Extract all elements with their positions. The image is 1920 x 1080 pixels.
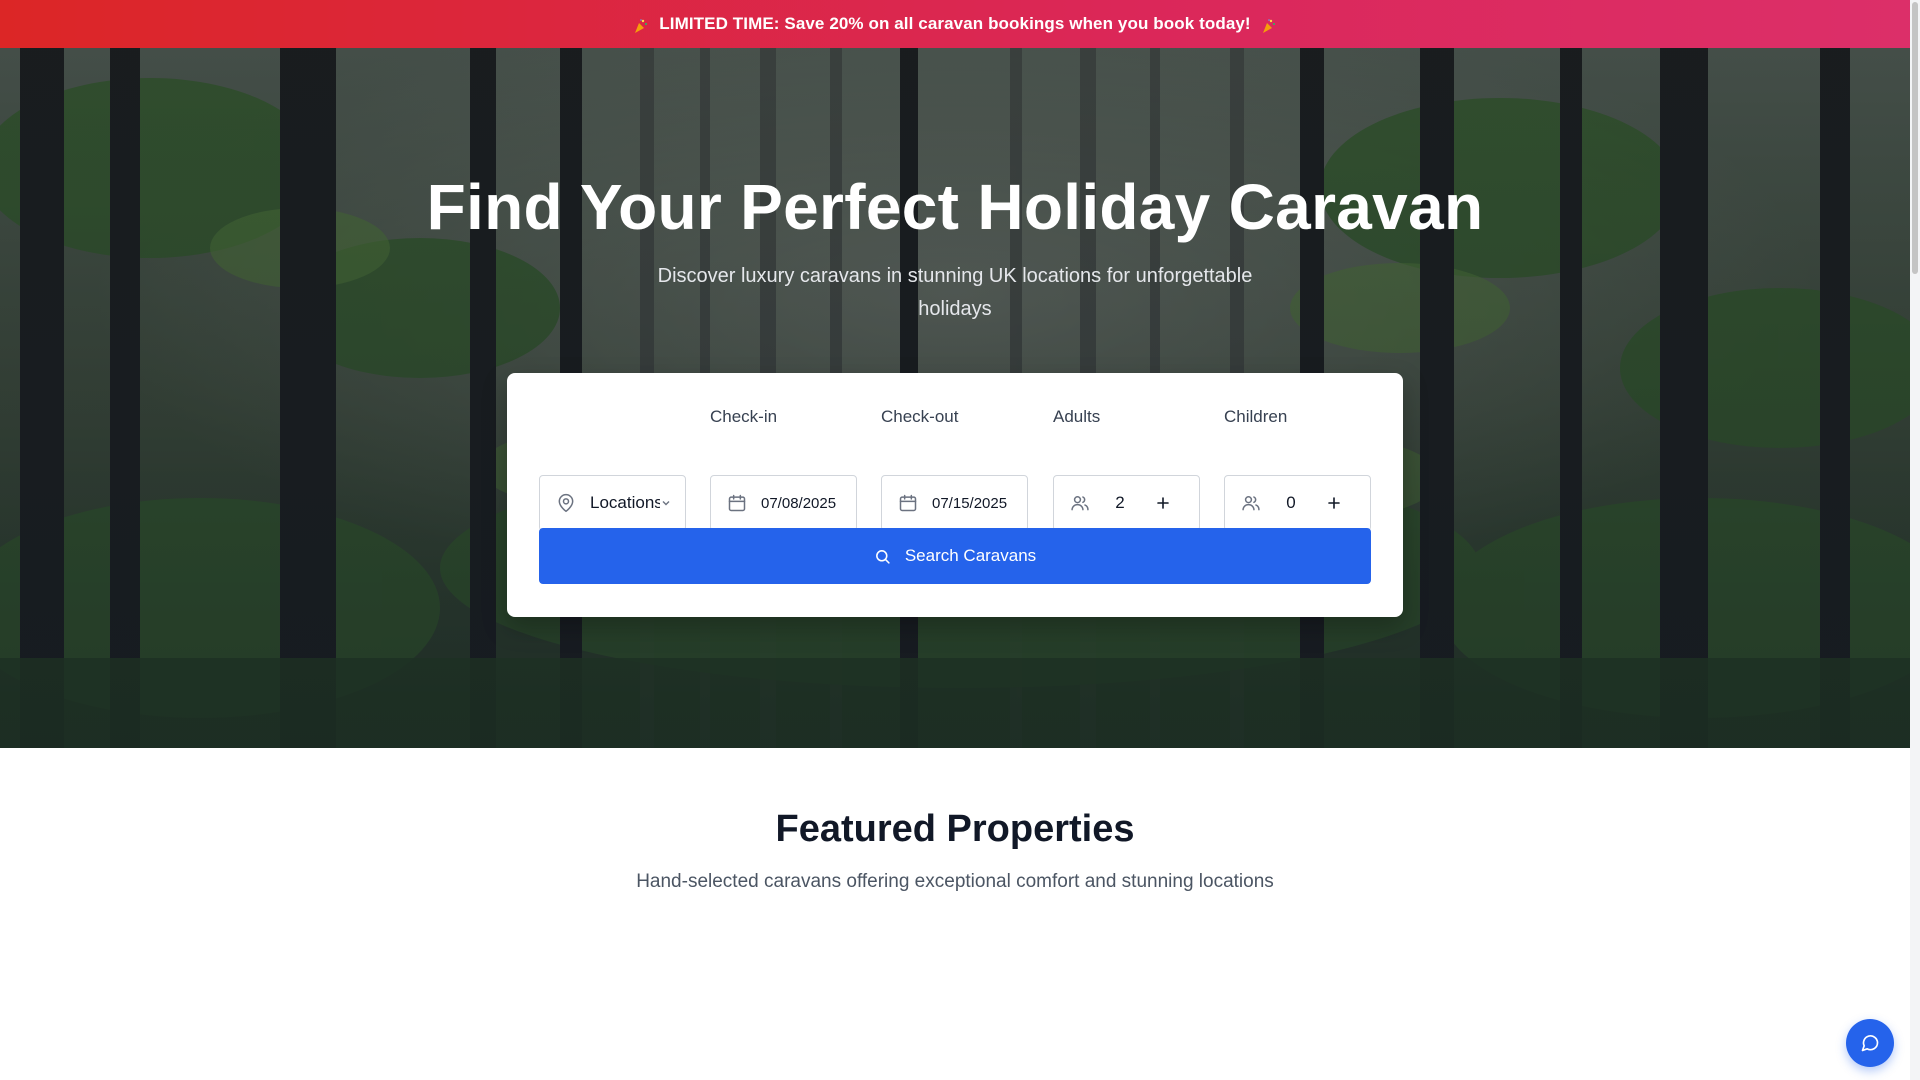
adults-field: Adults 2	[1053, 407, 1200, 531]
scrollbar-thumb[interactable]	[1912, 2, 1918, 274]
children-value: 0	[1286, 493, 1296, 512]
promo-banner: LIMITED TIME: Save 20% on all caravan bo…	[0, 0, 1910, 48]
users-icon	[1242, 496, 1260, 511]
chevron-down-icon	[662, 501, 670, 506]
calendar-icon	[728, 494, 746, 512]
plus-icon	[1328, 497, 1340, 509]
featured-title: Featured Properties	[775, 808, 1135, 850]
checkin-value: 07/08/2025	[761, 494, 837, 512]
adults-increment-button[interactable]	[1150, 490, 1176, 516]
hero-section: Find Your Perfect Holiday Caravan Discov…	[0, 48, 1910, 748]
location-select[interactable]: Locations	[539, 475, 686, 531]
location-value: Locations	[590, 493, 660, 512]
promo-text: LIMITED TIME: Save 20% on all caravan bo…	[659, 14, 1251, 33]
checkout-value: 07/15/2025	[932, 494, 1008, 512]
search-button-label: Search Caravans	[904, 546, 1037, 565]
location-field: Locations	[539, 407, 686, 531]
checkout-label: Check-out	[881, 407, 959, 426]
page-scrollbar[interactable]	[1910, 0, 1920, 1080]
adults-label: Adults	[1053, 407, 1101, 426]
checkin-date-input[interactable]: 07/08/2025	[710, 475, 857, 531]
checkin-field: Check-in 07/08/2025	[710, 407, 857, 531]
search-icon	[875, 549, 890, 564]
checkout-date-input[interactable]: 07/15/2025	[881, 475, 1028, 531]
children-field: Children 0	[1224, 407, 1371, 531]
plus-icon	[1157, 497, 1169, 509]
users-icon	[1071, 496, 1089, 511]
children-stepper[interactable]: 0	[1224, 475, 1371, 531]
hero-title: Find Your Perfect Holiday Caravan	[426, 171, 1484, 243]
checkin-label: Check-in	[710, 407, 778, 426]
chat-button[interactable]	[1846, 1019, 1894, 1067]
calendar-icon	[899, 494, 917, 512]
party-popper-icon	[1262, 19, 1275, 33]
adults-stepper[interactable]: 2	[1053, 475, 1200, 531]
checkout-field: Check-out 07/15/2025	[881, 407, 1028, 531]
featured-subtitle: Hand-selected caravans offering exceptio…	[636, 871, 1274, 892]
children-label: Children	[1224, 407, 1288, 426]
location-label	[539, 407, 686, 427]
party-popper-icon	[635, 19, 648, 33]
chat-bubble-icon	[1861, 1035, 1879, 1052]
hero-subtitle: Discover luxury caravans in stunning UK …	[657, 265, 1253, 320]
children-increment-button[interactable]	[1321, 490, 1347, 516]
search-caravans-button[interactable]: Search Caravans	[539, 528, 1371, 584]
map-pin-icon	[558, 493, 574, 513]
adults-value: 2	[1115, 493, 1125, 512]
search-card: Locations Check-in 07/08/2025 Check-out …	[507, 373, 1403, 617]
